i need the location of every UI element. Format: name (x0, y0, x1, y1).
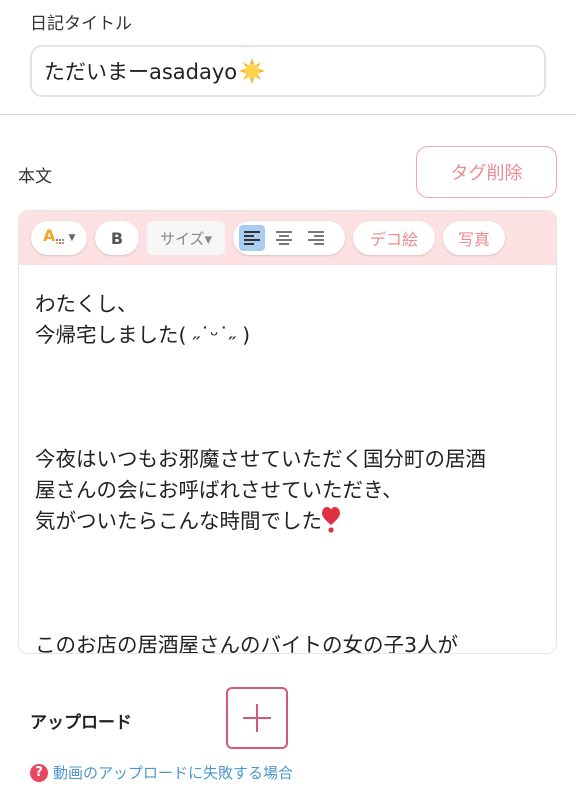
alignment-group (233, 221, 345, 255)
editor-toolbar: A ▼ B サイズ▾ デコ絵 写真 (19, 211, 556, 265)
svg-text:A: A (43, 226, 56, 245)
content-line (35, 351, 540, 382)
upload-help-link[interactable]: ? 動画のアップロードに失敗する場合 (30, 762, 293, 783)
content-line: わたくし、 (35, 292, 138, 316)
divider (0, 114, 576, 115)
tag-delete-button[interactable]: タグ削除 (416, 146, 557, 198)
upload-label: アップロード (30, 713, 132, 733)
upload-add-button[interactable] (226, 687, 288, 749)
chevron-down-icon: ▼ (68, 233, 76, 243)
content-line (35, 382, 540, 413)
text-color-button[interactable]: A ▼ (31, 221, 87, 255)
question-icon: ? (30, 763, 48, 782)
deco-button[interactable]: デコ絵 (353, 221, 435, 255)
editor-content[interactable]: わたくし、 今帰宅しました( ˶˙ᵕ˙˶ ) 今夜はいつもお邪魔させていただく国… (19, 265, 556, 654)
content-line-with-emoji: 気がついたらこんな時間でした (35, 506, 540, 537)
content-line: 屋さんの会にお呼ばれさせていただき、 (35, 478, 403, 502)
title-value: ただいまーasadayo (44, 60, 238, 84)
heart-exclamation-icon (322, 507, 340, 533)
size-dropdown[interactable]: サイズ▾ (147, 221, 225, 255)
content-line (35, 568, 540, 599)
content-line: このお店の居酒屋さんのバイトの女の子3人が (35, 633, 459, 654)
body-label: 本文 (18, 167, 52, 187)
content-line (35, 599, 540, 630)
bold-button[interactable]: B (95, 221, 139, 255)
content-line: 今夜はいつもお邪魔させていただく国分町の居酒 (35, 447, 486, 471)
align-center-icon[interactable] (271, 225, 297, 251)
text-color-icon: A (43, 226, 65, 250)
sun-icon (239, 58, 266, 84)
title-label: 日記タイトル (30, 14, 132, 34)
content-line (35, 537, 540, 568)
content-line: 今帰宅しました( ˶˙ᵕ˙˶ ) (35, 323, 251, 347)
title-input[interactable]: ただいまーasadayo (30, 45, 546, 97)
align-left-icon[interactable] (239, 225, 265, 251)
rich-text-editor[interactable]: A ▼ B サイズ▾ デコ絵 写真 わたくし、 今帰宅しました(˶˙ᵕ˙˶)… (18, 210, 557, 654)
align-right-icon[interactable] (303, 225, 329, 251)
content-line-text: 気がついたらこんな時間でした (35, 509, 322, 533)
content-line (35, 413, 540, 444)
upload-help-text: 動画のアップロードに失敗する場合 (53, 764, 294, 782)
photo-button[interactable]: 写真 (443, 221, 505, 255)
